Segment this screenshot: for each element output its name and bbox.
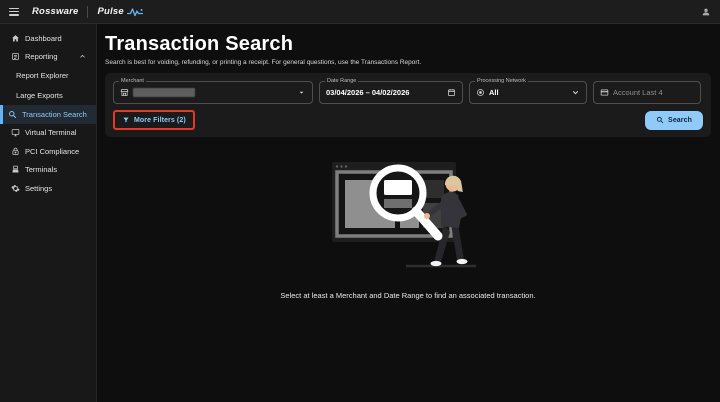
- sidebar-item-terminals[interactable]: Terminals: [0, 161, 96, 180]
- sidebar: Dashboard Reporting Report Explorer Larg…: [0, 24, 97, 402]
- search-icon: [656, 116, 664, 124]
- sidebar-item-label: Reporting: [25, 52, 58, 62]
- network-globe-icon: [476, 88, 485, 97]
- brand-logo: Rossware: [32, 6, 79, 17]
- calendar-icon[interactable]: [447, 88, 456, 97]
- sidebar-item-reporting[interactable]: Reporting: [0, 48, 96, 67]
- filter-panel: Merchant Date Range 03/04/2026 – 04/02/2…: [105, 73, 711, 137]
- gear-icon: [11, 184, 20, 193]
- processing-network-value: All: [489, 88, 499, 97]
- date-range-value: 03/04/2026 – 04/02/2026: [326, 88, 410, 97]
- processing-network-select[interactable]: Processing Network All: [469, 78, 587, 104]
- chevron-up-icon[interactable]: [79, 53, 86, 60]
- search-illustration: [332, 162, 476, 268]
- click-annotation-highlight: More Filters (2): [113, 110, 195, 130]
- page-subtitle: Search is best for voiding, refunding, o…: [105, 59, 422, 66]
- sidebar-item-pci-compliance[interactable]: PCI Compliance: [0, 142, 96, 161]
- terminal-icon: [11, 165, 20, 174]
- filter-icon: [123, 117, 129, 123]
- product-name: Pulse: [97, 6, 124, 17]
- dropdown-arrow-icon[interactable]: [297, 88, 306, 97]
- account-last4-placeholder: Account Last 4: [613, 88, 663, 97]
- sidebar-item-settings[interactable]: Settings: [0, 179, 96, 198]
- empty-state-text: Select at least a Merchant and Date Rang…: [280, 291, 536, 300]
- credit-card-icon: [600, 88, 609, 97]
- sidebar-item-label: Transaction Search: [22, 109, 87, 119]
- merchant-value-redacted: [133, 88, 195, 97]
- sidebar-item-label: Terminals: [25, 165, 58, 175]
- merchant-select[interactable]: Merchant: [113, 78, 313, 104]
- empty-state: Select at least a Merchant and Date Rang…: [105, 152, 711, 300]
- search-button[interactable]: Search: [645, 110, 703, 130]
- sidebar-item-label: Dashboard: [25, 33, 62, 43]
- sidebar-item-report-explorer[interactable]: Report Explorer: [0, 66, 96, 86]
- date-range-label: Date Range: [325, 78, 359, 85]
- date-range-input[interactable]: Date Range 03/04/2026 – 04/02/2026: [319, 78, 463, 104]
- store-icon: [120, 88, 129, 97]
- sidebar-item-label: Report Explorer: [16, 71, 69, 81]
- topbar-divider: [87, 5, 89, 18]
- report-icon: [11, 52, 20, 61]
- lock-icon: [11, 147, 20, 156]
- sidebar-item-transaction-search[interactable]: Transaction Search: [0, 105, 96, 124]
- page-title: Transaction Search: [105, 33, 294, 55]
- chevron-down-icon[interactable]: [571, 88, 580, 97]
- sidebar-item-label: Virtual Terminal: [25, 128, 77, 138]
- processing-network-label: Processing Network: [475, 78, 528, 85]
- user-account-icon[interactable]: [701, 7, 711, 17]
- more-filters-button[interactable]: More Filters (2): [117, 113, 191, 127]
- main-content: Transaction Search Search is best for vo…: [97, 24, 720, 402]
- monitor-icon: [11, 128, 20, 137]
- account-last4-input[interactable]: Account Last 4: [593, 81, 701, 104]
- sidebar-item-label: Large Exports: [16, 90, 63, 100]
- sidebar-item-dashboard[interactable]: Dashboard: [0, 29, 96, 48]
- sidebar-item-label: PCI Compliance: [25, 146, 80, 156]
- merchant-label: Merchant: [119, 78, 146, 85]
- sidebar-item-virtual-terminal[interactable]: Virtual Terminal: [0, 124, 96, 143]
- search-icon: [8, 110, 17, 119]
- pulse-waveform-icon: [126, 7, 143, 16]
- home-icon: [11, 34, 20, 43]
- topbar: Rossware Pulse: [0, 0, 720, 24]
- sidebar-item-large-exports[interactable]: Large Exports: [0, 86, 96, 106]
- sidebar-item-label: Settings: [25, 183, 53, 193]
- menu-icon[interactable]: [9, 7, 19, 16]
